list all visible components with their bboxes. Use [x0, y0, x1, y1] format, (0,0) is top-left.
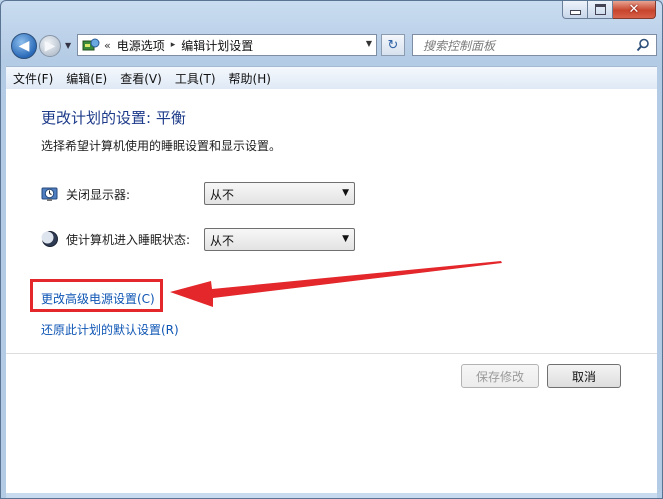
forward-button[interactable]: ▶ [39, 35, 61, 57]
menu-view[interactable]: 查看(V) [113, 70, 168, 87]
menu-tools[interactable]: 工具(T) [168, 70, 222, 87]
search-icon[interactable] [636, 38, 650, 52]
maximize-icon [594, 4, 606, 15]
control-panel-icon [82, 38, 100, 51]
search-input[interactable] [421, 36, 625, 56]
refresh-button[interactable]: ↻ [381, 34, 405, 56]
breadcrumb-overflow[interactable]: « [104, 39, 111, 52]
address-bar[interactable]: « 电源选项 ▸ 编辑计划设置 ▼ [77, 34, 377, 56]
refresh-icon: ↻ [387, 37, 399, 53]
breadcrumb-edit-plan[interactable]: 编辑计划设置 [181, 37, 253, 54]
save-changes-button[interactable]: 保存修改 [461, 364, 539, 388]
caption-buttons: ✕ [562, 1, 656, 19]
close-icon: ✕ [628, 2, 640, 17]
menu-file[interactable]: 文件(F) [6, 70, 59, 87]
forward-arrow-icon: ▶ [44, 38, 56, 54]
menu-edit[interactable]: 编辑(E) [59, 70, 113, 87]
address-dropdown-icon[interactable]: ▼ [366, 39, 372, 48]
navigation-bar: ◀ ▶ ▼ « 电源选项 ▸ 编辑计划设置 ▼ ↻ [9, 33, 657, 59]
menu-bar: 文件(F) 编辑(E) 查看(V) 工具(T) 帮助(H) [6, 66, 657, 90]
annotation-arrow-icon [170, 261, 502, 307]
minimize-button[interactable] [562, 1, 588, 19]
recent-pages-dropdown[interactable]: ▼ [65, 41, 71, 50]
breadcrumb-power-options[interactable]: 电源选项 [117, 37, 165, 54]
divider [6, 353, 657, 354]
content-pane: 更改计划的设置: 平衡 选择希望计算机使用的睡眠设置和显示设置。 关闭显示器: … [6, 89, 657, 493]
search-box[interactable] [412, 34, 657, 56]
back-arrow-icon: ◀ [18, 38, 30, 54]
power-options-window: ✕ ◀ ▶ ▼ « 电源选项 ▸ 编辑计划设置 ▼ ↻ 文件(F) [0, 0, 663, 499]
close-button[interactable]: ✕ [613, 1, 656, 19]
breadcrumb-separator[interactable]: ▸ [171, 40, 176, 50]
minimize-icon [569, 10, 581, 15]
window-bottom-border [6, 493, 657, 498]
menu-help[interactable]: 帮助(H) [222, 70, 277, 87]
back-button[interactable]: ◀ [11, 33, 37, 59]
cancel-button[interactable]: 取消 [547, 364, 621, 388]
maximize-button[interactable] [588, 1, 613, 19]
